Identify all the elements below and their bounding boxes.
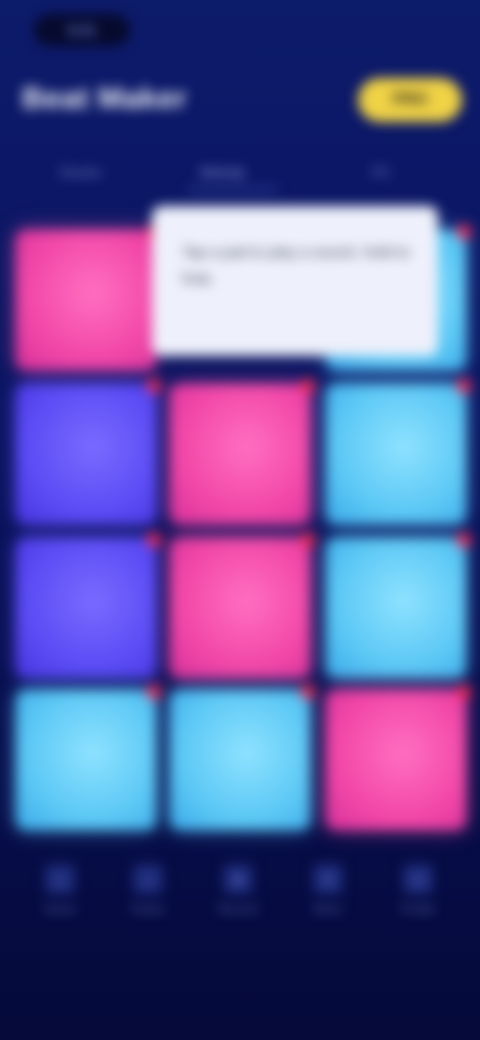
nav-record[interactable]: ● Record — [206, 858, 270, 938]
pad-11[interactable] — [170, 684, 316, 830]
status-time: 9:41 — [34, 14, 130, 46]
pad-indicator-dot — [456, 532, 472, 548]
music-icon: ♪ — [133, 864, 163, 894]
app-screen: 9:41 Beat Maker PRO Drums Melody FX Tap … — [0, 0, 480, 1040]
pad-7[interactable] — [16, 532, 162, 678]
nav-label: Profile — [400, 902, 435, 916]
page-title: Beat Maker — [22, 82, 188, 115]
pad-indicator-dot — [146, 684, 162, 700]
tab-fx[interactable]: FX — [372, 160, 390, 184]
header: Beat Maker PRO — [0, 70, 480, 130]
pad-1[interactable] — [16, 224, 162, 370]
pad-indicator-dot — [300, 378, 316, 394]
nav-label: Record — [218, 902, 258, 916]
pad-indicator-dot — [146, 532, 162, 548]
status-bar: 9:41 — [0, 0, 480, 60]
record-icon: ● — [223, 864, 253, 894]
pad-9[interactable] — [326, 532, 472, 678]
pad-6[interactable] — [326, 378, 472, 524]
pro-upgrade-button[interactable]: PRO — [358, 78, 462, 122]
nav-label: Home — [43, 902, 76, 916]
pad-indicator-dot — [300, 532, 316, 548]
mixer-icon: ≡ — [313, 864, 343, 894]
pad-12[interactable] — [326, 684, 472, 830]
nav-label: Mixer — [313, 902, 343, 916]
pad-4[interactable] — [16, 378, 162, 524]
pad-indicator-dot — [456, 224, 472, 240]
pad-indicator-dot — [300, 684, 316, 700]
tab-drums[interactable]: Drums — [60, 160, 101, 184]
tooltip-text: Tap a pad to play a sound. Hold to loop. — [182, 244, 410, 287]
nav-mixer[interactable]: ≡ Mixer — [296, 858, 360, 938]
pad-indicator-dot — [456, 684, 472, 700]
user-icon: ☺ — [403, 864, 433, 894]
pad-8[interactable] — [170, 532, 316, 678]
pad-5[interactable] — [170, 378, 316, 524]
nav-label: Packs — [131, 902, 165, 916]
onboarding-tooltip[interactable]: Tap a pad to play a sound. Hold to loop. — [152, 206, 438, 356]
nav-profile[interactable]: ☺ Profile — [386, 858, 450, 938]
pad-indicator-dot — [146, 378, 162, 394]
pad-10[interactable] — [16, 684, 162, 830]
nav-packs[interactable]: ♪ Packs — [116, 858, 180, 938]
pad-indicator-dot — [456, 378, 472, 394]
bottom-nav: ⌂ Home ♪ Packs ● Record ≡ Mixer ☺ Profil… — [0, 848, 480, 948]
active-tab-indicator — [188, 188, 278, 191]
home-icon: ⌂ — [45, 864, 75, 894]
tab-bar: Drums Melody FX — [0, 150, 480, 194]
nav-home[interactable]: ⌂ Home — [28, 858, 92, 938]
tab-melody[interactable]: Melody — [200, 160, 245, 184]
